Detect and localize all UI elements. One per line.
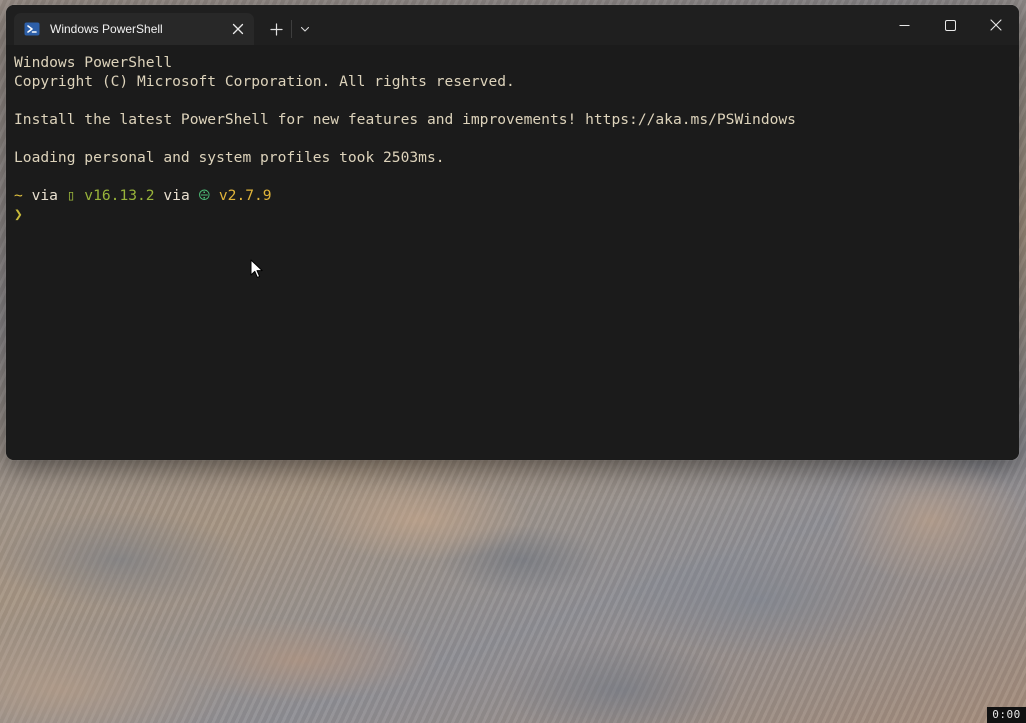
tab-windows-powershell[interactable]: Windows PowerShell	[14, 13, 254, 45]
terminal-output[interactable]: Windows PowerShell Copyright (C) Microso…	[6, 45, 1019, 460]
tab-close-button[interactable]	[224, 15, 252, 43]
new-tab-button[interactable]	[263, 17, 289, 41]
powershell-icon	[24, 21, 40, 37]
tab-dropdown-button[interactable]	[294, 17, 316, 41]
timer-badge: 0:00	[987, 707, 1026, 723]
maximize-icon	[944, 19, 956, 31]
close-window-button[interactable]	[973, 5, 1019, 45]
input-line[interactable]: ❯	[14, 205, 1019, 224]
minimize-icon	[899, 24, 909, 26]
close-icon	[232, 23, 244, 35]
tab-divider	[291, 20, 292, 38]
plus-icon	[269, 22, 283, 36]
chevron-down-icon	[300, 26, 310, 32]
mouse-cursor-icon	[250, 259, 263, 278]
close-icon	[990, 19, 1002, 31]
maximize-button[interactable]	[927, 5, 973, 45]
python-icon: ⨸	[198, 187, 211, 204]
minimize-button[interactable]	[881, 5, 927, 45]
output-line: Windows PowerShell	[14, 54, 173, 71]
output-line: Install the latest PowerShell for new fe…	[14, 111, 796, 128]
output-line: Copyright (C) Microsoft Corporation. All…	[14, 73, 515, 90]
prompt-via: via	[154, 187, 199, 204]
terminal-window: Windows PowerShell Windows PowerShell Co…	[6, 5, 1019, 460]
prompt-directory: ~	[14, 187, 23, 204]
tab-title: Windows PowerShell	[50, 22, 163, 36]
title-bar[interactable]: Windows PowerShell	[6, 5, 1019, 45]
prompt-line: ~ via ▯ v16.13.2 via ⨸ v2.7.9	[14, 186, 1019, 205]
prompt-chevron-icon: ❯	[14, 206, 23, 223]
prompt-via: via	[22, 187, 67, 204]
node-version: ▯ v16.13.2	[66, 187, 155, 204]
python-version: v2.7.9	[210, 187, 272, 204]
output-line: Loading personal and system profiles too…	[14, 149, 445, 166]
